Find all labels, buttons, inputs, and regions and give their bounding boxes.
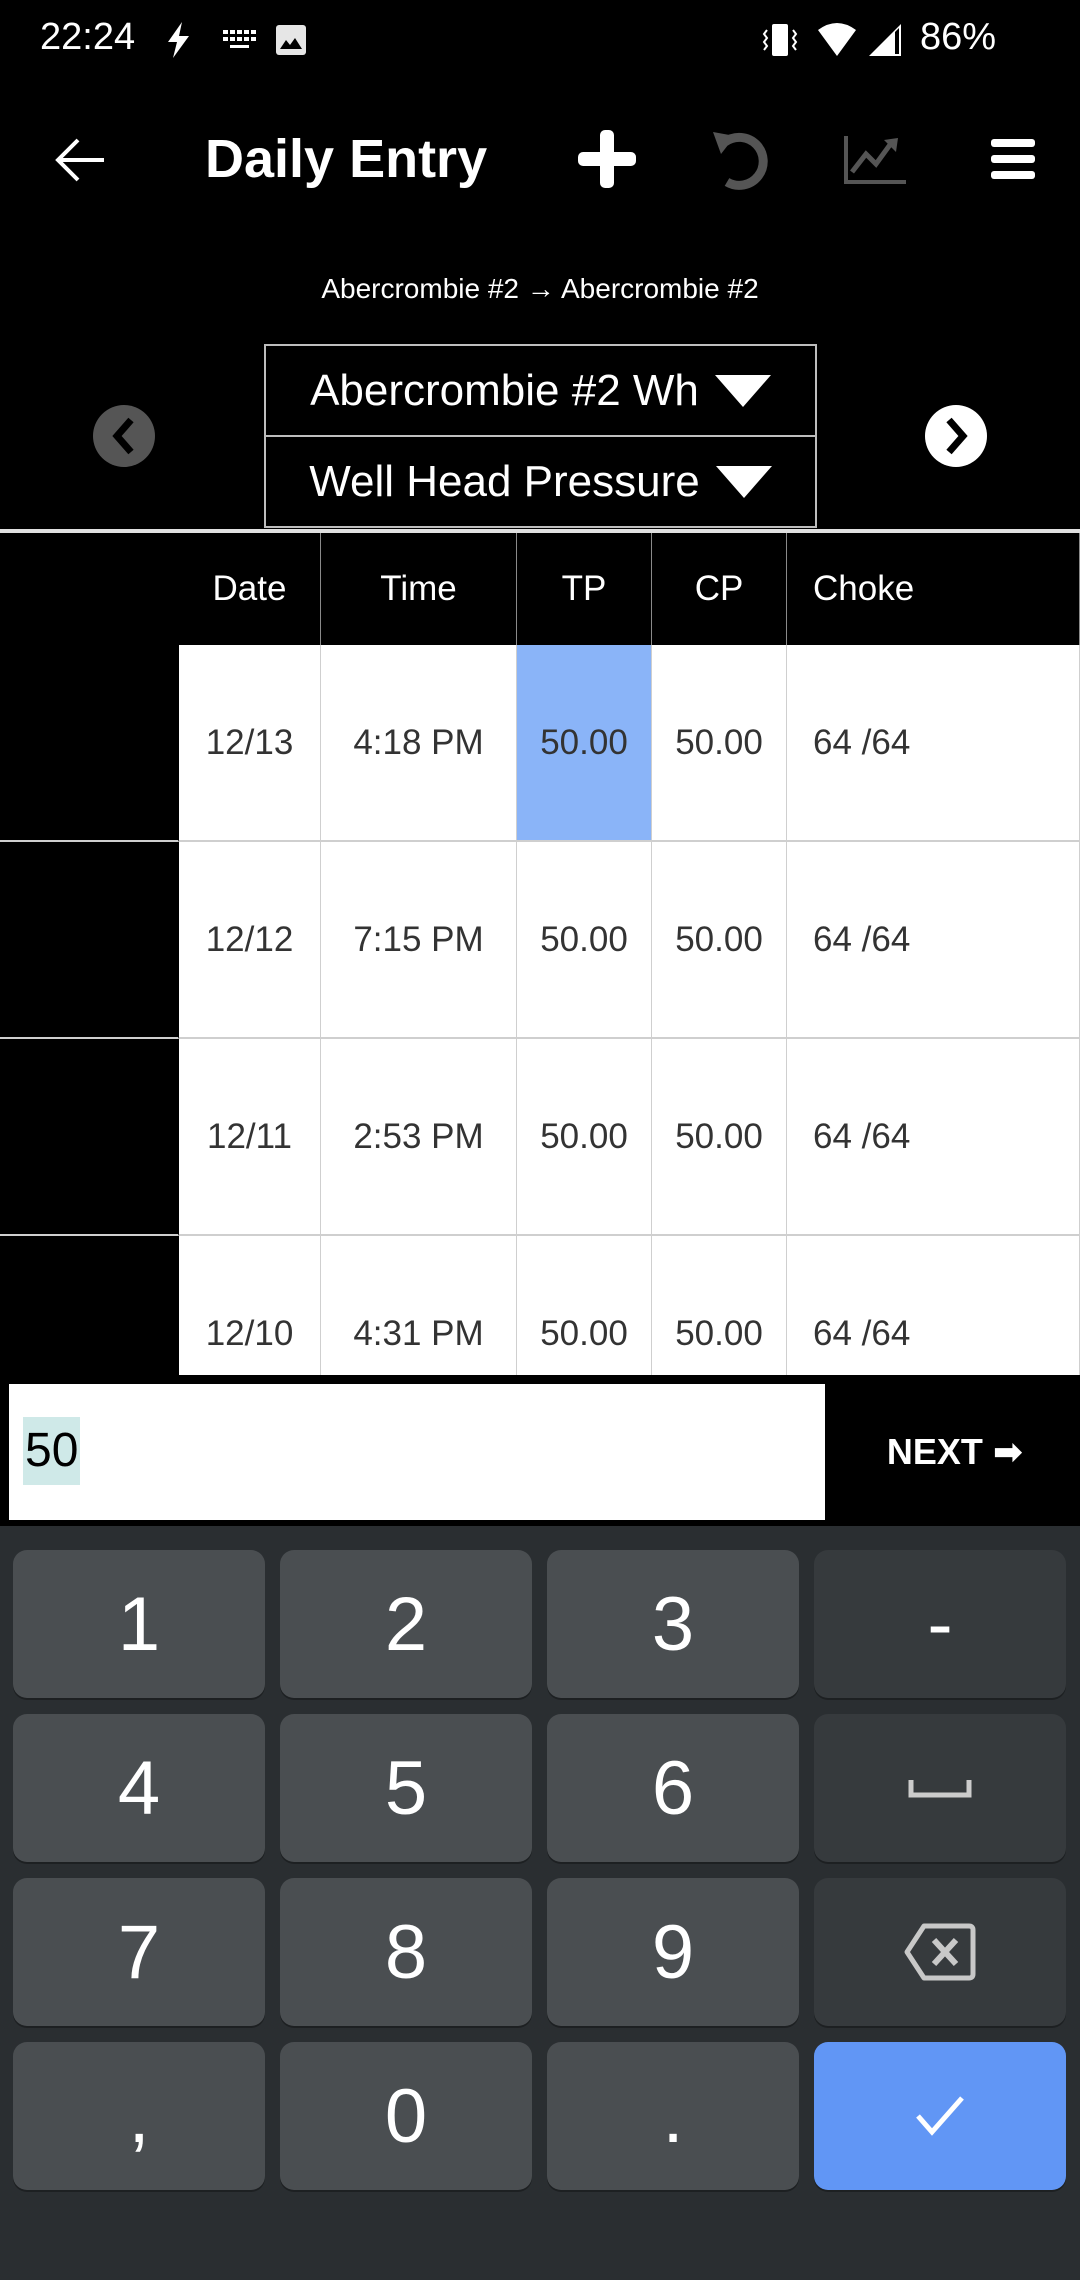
cell-date[interactable]: 12/12: [179, 842, 321, 1039]
table-row[interactable]: 12/10 4:31 PM 50.00 50.00 64 /64: [0, 1236, 1080, 1375]
cell-time[interactable]: 4:18 PM: [321, 645, 517, 842]
back-arrow-icon: [55, 138, 104, 182]
key-space[interactable]: [814, 1714, 1066, 1862]
undo-icon: [713, 132, 768, 190]
well-selector-value: Abercrombie #2 Wh: [310, 365, 699, 415]
row-gutter: [0, 1236, 179, 1375]
numeric-keyboard: 1 2 3 - 4 5 6 7 8 9 , 0 .: [0, 1526, 1080, 2280]
cell-tp[interactable]: 50.00: [517, 1236, 652, 1375]
cell-tp[interactable]: 50.00: [517, 842, 652, 1039]
table-row[interactable]: 12/11 2:53 PM 50.00 50.00 64 /64: [0, 1039, 1080, 1236]
key-8[interactable]: 8: [280, 1878, 532, 2026]
cell-choke[interactable]: 64 /64: [787, 645, 1080, 842]
previous-button[interactable]: [93, 405, 155, 467]
value-input-text: 50: [23, 1417, 81, 1485]
key-1[interactable]: 1: [13, 1550, 265, 1698]
dropdown-caret-icon: [715, 465, 772, 498]
cell-choke[interactable]: 64 /64: [787, 1039, 1080, 1236]
key-enter[interactable]: [814, 2042, 1066, 2190]
flash-icon: [162, 20, 194, 60]
next-item-button[interactable]: [925, 405, 987, 467]
route-label: Abercrombie #2 → Abercrombie #2: [321, 273, 759, 304]
chevron-right-icon: [946, 417, 968, 455]
undo-button[interactable]: [705, 124, 777, 196]
menu-icon: [991, 139, 1035, 179]
measurement-selector[interactable]: Well Head Pressure: [264, 435, 817, 528]
cell-cp[interactable]: 50.00: [652, 842, 787, 1039]
key-4[interactable]: 4: [13, 1714, 265, 1862]
key-0[interactable]: 0: [280, 2042, 532, 2190]
back-button[interactable]: [40, 130, 120, 190]
cell-time[interactable]: 2:53 PM: [321, 1039, 517, 1236]
key-6[interactable]: 6: [547, 1714, 799, 1862]
header-blank: [0, 533, 179, 645]
page-title: Daily Entry: [205, 129, 488, 189]
row-gutter: [0, 1039, 179, 1236]
status-bar: 22:24 86%: [0, 0, 1080, 80]
cell-tp-selected[interactable]: 50.00: [517, 645, 652, 842]
add-button[interactable]: [572, 124, 642, 194]
key-period[interactable]: .: [547, 2042, 799, 2190]
table-row[interactable]: 12/12 7:15 PM 50.00 50.00 64 /64: [0, 842, 1080, 1039]
cell-time[interactable]: 4:31 PM: [321, 1236, 517, 1375]
chart-icon: [844, 136, 906, 184]
value-input[interactable]: 50: [9, 1384, 825, 1520]
next-button[interactable]: NEXT ➡: [830, 1384, 1080, 1520]
header-choke[interactable]: Choke: [787, 533, 1080, 645]
vibrate-icon: [760, 20, 800, 60]
row-gutter: [0, 645, 179, 842]
header-date[interactable]: Date: [179, 533, 321, 645]
add-icon: [578, 130, 636, 188]
key-9[interactable]: 9: [547, 1878, 799, 2026]
header-cp[interactable]: CP: [652, 533, 787, 645]
key-minus[interactable]: -: [814, 1550, 1066, 1698]
key-comma[interactable]: ,: [13, 2042, 265, 2190]
dropdown-caret-icon: [714, 374, 771, 407]
key-3[interactable]: 3: [547, 1550, 799, 1698]
measurement-selector-value: Well Head Pressure: [309, 456, 700, 506]
row-gutter: [0, 842, 179, 1039]
key-backspace[interactable]: [814, 1878, 1066, 2026]
cell-date[interactable]: 12/10: [179, 1236, 321, 1375]
signal-icon: [866, 20, 906, 60]
entries-table: Date Time TP CP Choke 12/13 4:18 PM 50.0…: [0, 533, 1080, 1375]
wifi-icon: [814, 20, 860, 60]
header-time[interactable]: Time: [321, 533, 517, 645]
cell-cp[interactable]: 50.00: [652, 1039, 787, 1236]
checkmark-icon: [916, 2096, 964, 2136]
cell-date[interactable]: 12/13: [179, 645, 321, 842]
header-tp[interactable]: TP: [517, 533, 652, 645]
image-icon: [274, 20, 308, 60]
app-bar: Daily Entry: [0, 100, 1080, 220]
keyboard-icon: [220, 20, 260, 60]
well-selector[interactable]: Abercrombie #2 Wh: [264, 344, 817, 437]
table-row[interactable]: 12/13 4:18 PM 50.00 50.00 64 /64: [0, 645, 1080, 842]
battery-percent: 86%: [919, 16, 996, 58]
cell-cp[interactable]: 50.00: [652, 645, 787, 842]
cell-cp[interactable]: 50.00: [652, 1236, 787, 1375]
space-icon: [908, 1780, 972, 1798]
cell-time[interactable]: 7:15 PM: [321, 842, 517, 1039]
key-2[interactable]: 2: [280, 1550, 532, 1698]
key-7[interactable]: 7: [13, 1878, 265, 2026]
chevron-left-icon: [112, 417, 134, 455]
chart-button[interactable]: [842, 128, 910, 192]
table-header: Date Time TP CP Choke: [0, 533, 1080, 645]
cell-tp[interactable]: 50.00: [517, 1039, 652, 1236]
menu-button[interactable]: [985, 134, 1041, 184]
key-5[interactable]: 5: [280, 1714, 532, 1862]
cell-date[interactable]: 12/11: [179, 1039, 321, 1236]
backspace-icon: [904, 1923, 976, 1981]
cell-choke[interactable]: 64 /64: [787, 842, 1080, 1039]
status-time: 22:24: [40, 16, 136, 58]
cell-choke[interactable]: 64 /64: [787, 1236, 1080, 1375]
